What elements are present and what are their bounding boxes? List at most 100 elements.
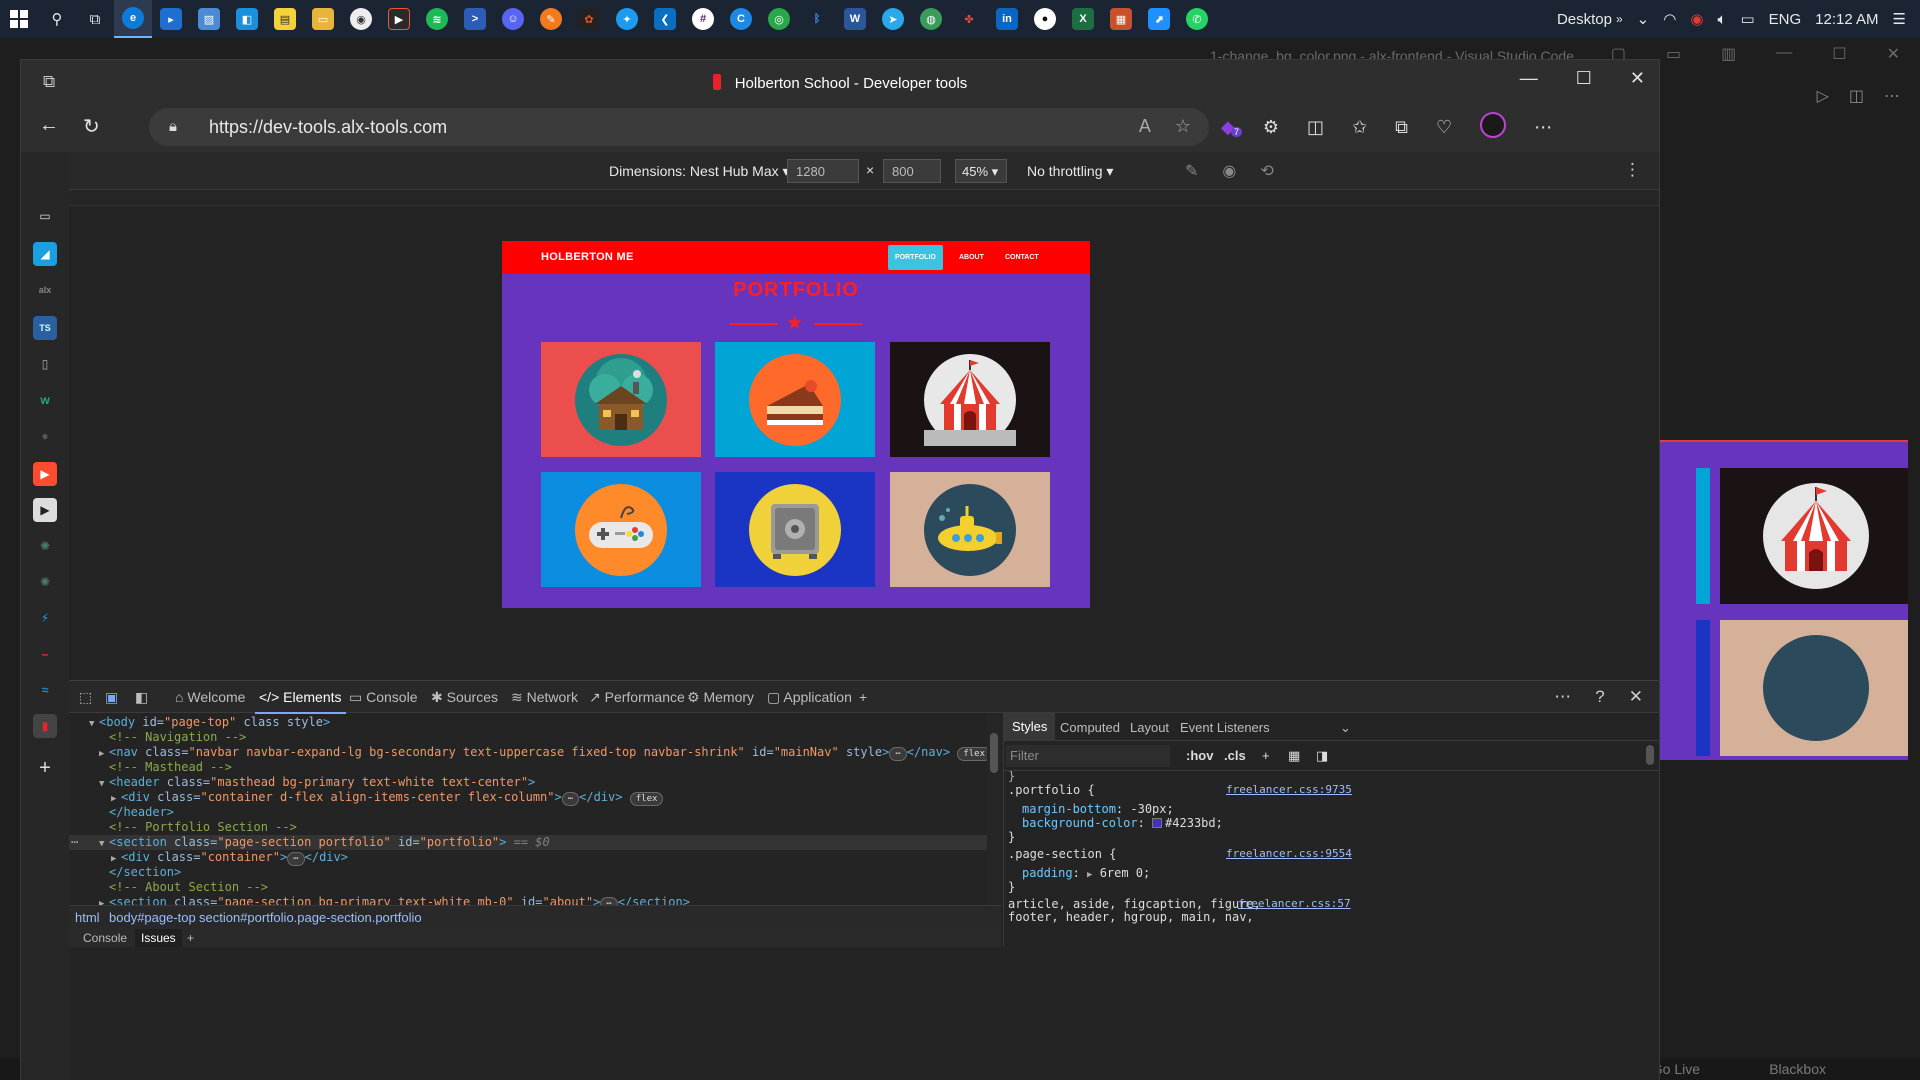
- dom-node-section-close[interactable]: </section>: [69, 865, 987, 880]
- vscode-icon[interactable]: ❮: [646, 0, 684, 38]
- dom-comment[interactable]: <!-- Navigation -->: [69, 730, 987, 745]
- app-icon[interactable]: ⬈: [1140, 0, 1178, 38]
- holberton-sidebar-icon[interactable]: ▮: [33, 714, 57, 738]
- styles-scrollbar[interactable]: [1643, 739, 1657, 915]
- discord-icon[interactable]: ☺: [494, 0, 532, 38]
- extension-icon[interactable]: ◆ 7: [1221, 117, 1243, 138]
- sidebar-app-icon[interactable]: ≈: [33, 678, 57, 702]
- chevron-right-icon[interactable]: »: [1616, 12, 1623, 26]
- sidebar-app-icon[interactable]: ◢: [33, 242, 57, 266]
- app-icon[interactable]: C: [722, 0, 760, 38]
- styles-filter-input[interactable]: Filter: [1006, 745, 1170, 767]
- back-arrow-icon[interactable]: ←: [39, 114, 59, 137]
- more-icon[interactable]: ⋯: [1534, 117, 1552, 138]
- performance-icon[interactable]: ♡: [1436, 117, 1452, 138]
- rule-selector[interactable]: .portfolio {: [1008, 783, 1095, 797]
- add-tab-icon[interactable]: +: [859, 689, 867, 705]
- dom-comment[interactable]: <!-- Masthead -->: [69, 760, 987, 775]
- add-icon[interactable]: +: [33, 756, 57, 780]
- rule-selector[interactable]: footer, header, hgroup, main, nav,: [1008, 910, 1254, 924]
- flex-badge[interactable]: flex: [629, 792, 664, 806]
- class-toggle-button[interactable]: .cls: [1224, 748, 1246, 763]
- source-link[interactable]: freelancer.css:9554: [1226, 847, 1352, 860]
- sidebar-app-icon[interactable]: ⚡: [33, 606, 57, 630]
- breadcrumb-section[interactable]: section#portfolio.page-section.portfolio: [199, 910, 422, 925]
- tab-icon[interactable]: ▭: [33, 204, 57, 228]
- clock[interactable]: 12:12 AM: [1815, 11, 1878, 28]
- source-link[interactable]: freelancer.css:57: [1238, 897, 1351, 910]
- viewport-width-input[interactable]: 1280: [787, 159, 859, 183]
- photos-icon[interactable]: ▨: [190, 0, 228, 38]
- drawer-tab-issues[interactable]: Issues: [135, 929, 182, 947]
- search-icon[interactable]: ⚲: [38, 0, 76, 38]
- nav-link-about[interactable]: ABOUT: [952, 245, 991, 270]
- dom-node-header[interactable]: ▼ <header class="masthead bg-primary text…: [69, 775, 987, 790]
- inspect-element-icon[interactable]: ⬚: [79, 689, 92, 706]
- youtube-icon[interactable]: ▶: [33, 462, 57, 486]
- favorite-star-icon[interactable]: ☆: [1175, 116, 1191, 137]
- linkedin-icon[interactable]: in: [988, 0, 1026, 38]
- page-brand[interactable]: HOLBERTON ME: [541, 251, 634, 263]
- app-icon[interactable]: ▶: [380, 0, 418, 38]
- wifi-icon[interactable]: ◠: [1663, 10, 1676, 28]
- url-text[interactable]: https://dev-tools.alx-tools.com: [209, 117, 447, 138]
- slack-icon[interactable]: #: [684, 0, 722, 38]
- spotify-icon[interactable]: ≋: [418, 0, 456, 38]
- chatgpt-icon[interactable]: ✺: [33, 534, 57, 558]
- dom-tree-scrollbar[interactable]: [987, 713, 1001, 908]
- language-indicator[interactable]: ENG: [1769, 11, 1802, 28]
- whatsapp-icon[interactable]: ✆: [1178, 0, 1216, 38]
- github-icon[interactable]: ●: [33, 424, 57, 448]
- vscode-editor-actions[interactable]: ▷ ◫ ⋯: [1817, 86, 1900, 106]
- eye-icon[interactable]: ◉: [1222, 161, 1236, 181]
- paint-icon[interactable]: ▦: [1288, 748, 1300, 764]
- nav-link-portfolio[interactable]: PORTFOLIO: [888, 245, 943, 270]
- close-devtools-icon[interactable]: ✕: [1629, 687, 1643, 707]
- tab-performance[interactable]: ↗ Performance: [589, 689, 685, 706]
- battery-icon[interactable]: ▭: [1740, 10, 1754, 28]
- tab-sources[interactable]: ✱ Sources: [431, 689, 498, 706]
- sidebar-toggle-icon[interactable]: ◨: [1316, 748, 1328, 764]
- dom-node-header-close[interactable]: </header>: [69, 805, 987, 820]
- dom-node-div[interactable]: ▶ <div class="container d-flex align-item…: [69, 790, 987, 806]
- styles-tab-event-listeners[interactable]: Event Listeners: [1180, 720, 1270, 735]
- word-icon[interactable]: W: [836, 0, 874, 38]
- styles-tab-computed[interactable]: Computed: [1060, 720, 1120, 735]
- chevron-down-icon[interactable]: ⌄: [1637, 10, 1650, 28]
- viewport-height-input[interactable]: 800: [883, 159, 941, 183]
- css-declaration[interactable]: background-color: #4233bd;: [1022, 816, 1223, 830]
- portfolio-item-cake[interactable]: [715, 342, 875, 457]
- dom-comment[interactable]: <!-- About Section -->: [69, 880, 987, 895]
- maximize-icon[interactable]: ☐: [1576, 68, 1592, 89]
- add-drawer-tab-icon[interactable]: +: [187, 931, 194, 945]
- styles-tab-layout[interactable]: Layout: [1130, 720, 1169, 735]
- css-declaration[interactable]: padding: ▶ 6rem 0;: [1022, 866, 1150, 880]
- extensions-puzzle-icon[interactable]: ⚙: [1263, 117, 1279, 138]
- app-icon[interactable]: ▸: [152, 0, 190, 38]
- more-options-icon[interactable]: ⋮: [1624, 160, 1641, 180]
- file-explorer-icon[interactable]: ▭: [304, 0, 342, 38]
- profile-avatar[interactable]: [1480, 112, 1507, 143]
- app-icon[interactable]: ▦: [1102, 0, 1140, 38]
- portfolio-item-circus-tent[interactable]: [890, 342, 1050, 457]
- close-icon[interactable]: ✕: [1630, 68, 1645, 89]
- chrome-icon[interactable]: ◎: [760, 0, 798, 38]
- nav-link-contact[interactable]: CONTACT: [998, 245, 1046, 270]
- device-dimensions-dropdown[interactable]: Dimensions: Nest Hub Max ▾: [609, 163, 790, 180]
- portfolio-item-cabin[interactable]: [541, 342, 701, 457]
- split-screen-icon[interactable]: ◫: [1307, 117, 1324, 138]
- portfolio-item-safe[interactable]: [715, 472, 875, 587]
- breadcrumb-html[interactable]: html: [75, 910, 100, 925]
- styles-tab-styles[interactable]: Styles: [1004, 713, 1056, 741]
- device-toggle-icon[interactable]: ▣: [105, 689, 118, 706]
- terminal-icon[interactable]: >: [456, 0, 494, 38]
- excel-icon[interactable]: X: [1064, 0, 1102, 38]
- app-icon[interactable]: ✎: [532, 0, 570, 38]
- globe-icon[interactable]: ◍: [912, 0, 950, 38]
- more-icon[interactable]: ⋯: [1554, 687, 1571, 707]
- sidebar-app-icon[interactable]: w: [33, 388, 57, 412]
- app-icon[interactable]: ◉: [342, 0, 380, 38]
- dom-node-nav[interactable]: ▶ <nav class="navbar navbar-expand-lg bg-…: [69, 745, 987, 761]
- portfolio-item-submarine[interactable]: [890, 472, 1050, 587]
- blackbox-button[interactable]: Blackbox: [1769, 1061, 1826, 1077]
